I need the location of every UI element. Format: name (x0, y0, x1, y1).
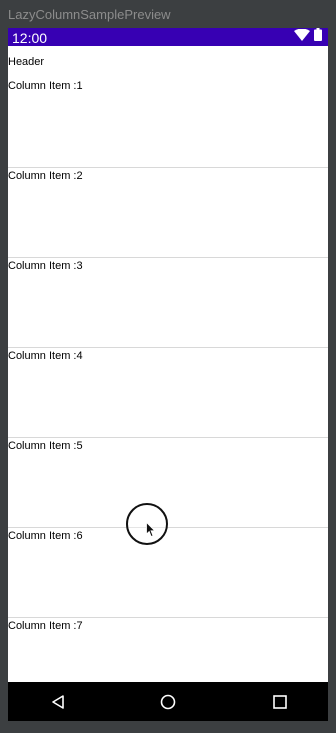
list-item-label: Column Item :2 (8, 170, 83, 182)
list-item[interactable]: Column Item :2 (8, 168, 328, 258)
device-frame: 12:00 Header Column Item :1 Column Item … (8, 28, 328, 721)
status-time: 12:00 (12, 30, 48, 46)
status-icons (294, 28, 322, 46)
navigation-bar (8, 682, 328, 721)
list-item[interactable]: Column Item :3 (8, 258, 328, 348)
list-item-label: Column Item :3 (8, 260, 83, 272)
list-item-label: Column Item :7 (8, 620, 83, 632)
list-item-label: Column Item :5 (8, 440, 83, 452)
preview-title: LazyColumnSamplePreview (8, 7, 171, 22)
battery-icon (314, 28, 322, 46)
list-item[interactable]: Column Item :5 (8, 438, 328, 528)
lazy-column[interactable]: Header Column Item :1 Column Item :2 Col… (8, 46, 328, 682)
home-icon[interactable] (158, 692, 178, 712)
list-item-label: Column Item :1 (8, 80, 83, 92)
back-icon[interactable] (48, 692, 68, 712)
list-item[interactable]: Column Item :4 (8, 348, 328, 438)
recents-icon[interactable] (270, 692, 290, 712)
list-header: Header (8, 56, 45, 68)
list-item[interactable]: Column Item :1 (8, 78, 328, 168)
list-item[interactable]: Column Item :7 (8, 618, 328, 682)
list-item-label: Column Item :4 (8, 350, 83, 362)
mouse-cursor-icon (146, 521, 156, 543)
wifi-icon (294, 28, 310, 46)
status-bar: 12:00 (8, 28, 328, 46)
list-item[interactable]: Column Item :6 (8, 528, 328, 618)
list-item-label: Column Item :6 (8, 530, 83, 542)
